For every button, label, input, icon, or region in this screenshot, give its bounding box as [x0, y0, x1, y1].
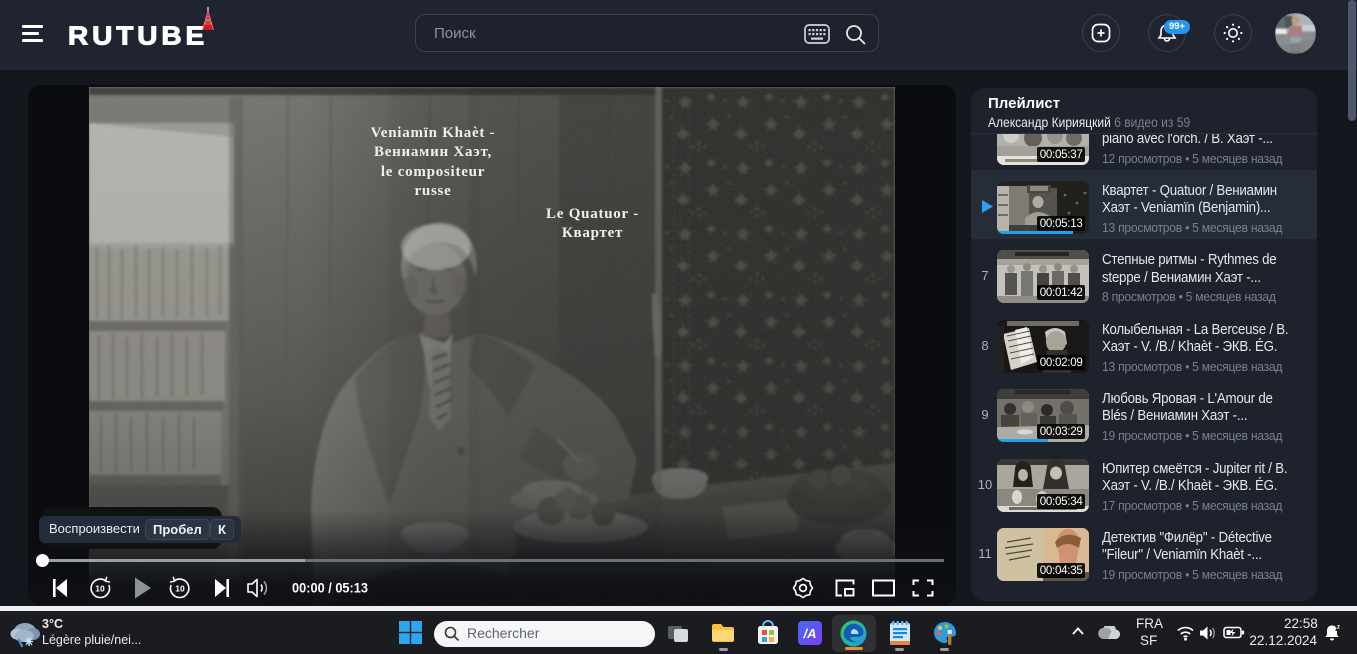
svg-text:00:00 / 05:13: 00:00 / 05:13 — [292, 580, 368, 596]
svg-text:z: z — [1337, 625, 1340, 631]
svg-text:/A: /A — [803, 626, 817, 641]
svg-text:10: 10 — [175, 584, 185, 594]
svg-text:10: 10 — [95, 584, 105, 594]
